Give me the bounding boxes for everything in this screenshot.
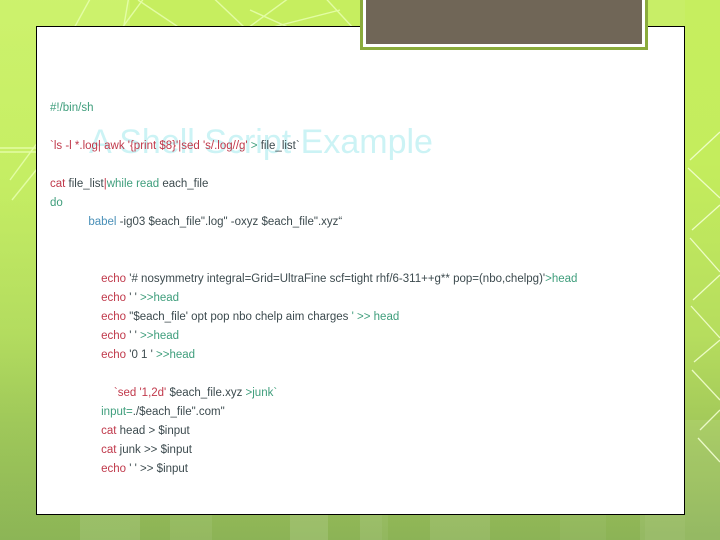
code-line: cat file_list|while read each_file: [50, 175, 684, 194]
picture-frame-inner-border: [363, 0, 645, 47]
code-token: >>head: [140, 292, 180, 304]
code-token: echo: [101, 311, 127, 323]
code-token: do: [50, 197, 63, 209]
code-token: #!/bin/sh: [50, 102, 94, 114]
code-line: do: [50, 194, 684, 213]
code-token: echo: [101, 349, 127, 361]
code-token: echo: [101, 463, 127, 475]
code-token: >: [247, 140, 261, 152]
shell-script-code-block[interactable]: #!/bin/sh `ls -l *.log| awk '{print $8}'…: [50, 99, 684, 514]
code-token: >junk`: [245, 387, 278, 399]
code-token: >> $input: [143, 444, 192, 456]
code-token: $each_file.xyz: [169, 387, 246, 399]
picture-placeholder-image: [366, 0, 642, 44]
code-token: file_list: [65, 178, 104, 190]
code-token: ' >> head: [351, 311, 400, 323]
code-line: #!/bin/sh: [50, 99, 684, 118]
content-placeholder-box[interactable]: A Shell Script Example #!/bin/sh `ls -l …: [36, 26, 685, 515]
code-token: echo: [101, 330, 127, 342]
code-token: >>head: [156, 349, 196, 361]
code-token: echo: [101, 292, 127, 304]
code-line: echo '0 1 ' >>head: [50, 346, 684, 365]
code-token: `sed '1,2d': [113, 387, 170, 399]
code-line: echo "$each_file' opt pop nbo chelp aim …: [50, 308, 684, 327]
code-line: echo ' ' >>head: [50, 327, 684, 346]
code-token: -ig03 $each_file".log" -oxyz $each_file"…: [116, 216, 343, 228]
code-line: cat head > $input: [50, 422, 684, 441]
code-line: `ls -l *.log| awk '{print $8}'|sed 's/.l…: [50, 137, 684, 156]
code-line: echo ' ' >>head: [50, 289, 684, 308]
code-token: `ls -l *.log|: [50, 140, 101, 152]
code-line: cat junk >> $input: [50, 441, 684, 460]
code-token: >head: [545, 273, 578, 285]
presentation-slide: A Shell Script Example #!/bin/sh `ls -l …: [0, 0, 720, 540]
code-line: `sed '1,2d' $each_file.xyz >junk`: [50, 384, 684, 403]
code-token: ./$each_file".com": [132, 406, 225, 418]
code-token: head: [116, 425, 149, 437]
code-line: input=./$each_file".com": [50, 403, 684, 422]
code-token: echo: [101, 273, 127, 285]
code-token: each_file: [159, 178, 209, 190]
code-token: awk '{print $8}': [100, 140, 179, 152]
code-token: >>head: [140, 330, 180, 342]
picture-frame[interactable]: [360, 0, 648, 50]
code-token: "$each_file' opt pop nbo chelp aim charg…: [126, 311, 352, 323]
code-line: babel -ig03 $each_file".log" -oxyz $each…: [50, 213, 684, 232]
code-token: '0 1 ': [126, 349, 157, 361]
code-token: sed 's/.log//g': [181, 140, 248, 152]
code-token: > $input: [148, 425, 190, 437]
code-token: junk: [116, 444, 144, 456]
code-token: cat: [101, 425, 117, 437]
code-line: echo '# nosymmetry integral=Grid=UltraFi…: [50, 270, 684, 289]
code-token: ' ': [126, 330, 141, 342]
code-token: ' ': [126, 292, 141, 304]
code-token: babel: [88, 216, 117, 228]
code-line: echo ' ' >> $input: [50, 460, 684, 479]
code-token: file_list`: [260, 140, 300, 152]
code-token: '# nosymmetry integral=Grid=UltraFine sc…: [126, 273, 546, 285]
code-token: cat: [50, 178, 66, 190]
code-token: >> $input: [140, 463, 189, 475]
code-token: cat: [101, 444, 117, 456]
code-token: input=: [101, 406, 133, 418]
code-token: while read: [106, 178, 160, 190]
code-token: ' ': [126, 463, 141, 475]
